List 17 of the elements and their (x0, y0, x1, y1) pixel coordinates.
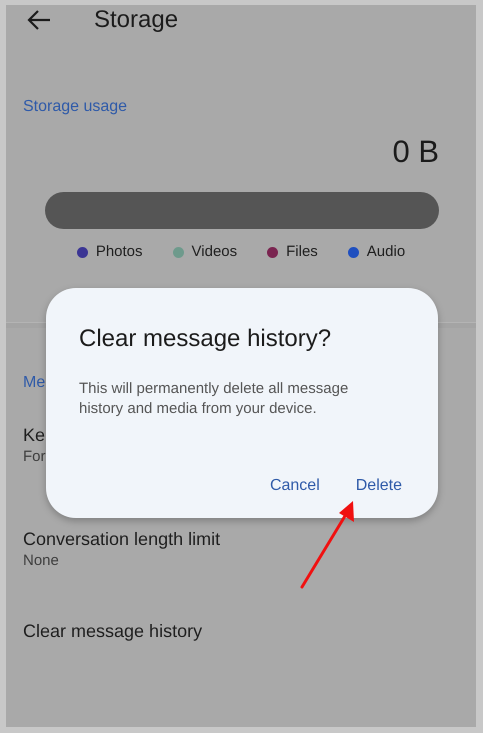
setting-title[interactable]: Conversation length limit (23, 528, 476, 550)
legend-label: Photos (96, 242, 143, 262)
section-title: Storage usage (23, 97, 128, 117)
dialog-title: Clear message history? (79, 324, 332, 354)
legend-label: Files (286, 242, 318, 262)
setting-value: For (23, 447, 46, 468)
section-title: Me (23, 372, 46, 393)
page-title: Storage (94, 5, 178, 35)
dialog-button[interactable]: Delete (352, 472, 406, 500)
setting-value: None (23, 551, 60, 572)
back-icon[interactable] (26, 9, 52, 31)
setting-title[interactable]: Clear message history (23, 620, 476, 642)
legend-label: Videos (192, 242, 238, 262)
dialog-message: This will permanently delete all message history and media from your device. (79, 379, 350, 420)
storage-total: 0 B (391, 133, 440, 170)
dialog-button[interactable]: Cancel (266, 472, 324, 500)
legend-label: Audio (366, 242, 406, 262)
